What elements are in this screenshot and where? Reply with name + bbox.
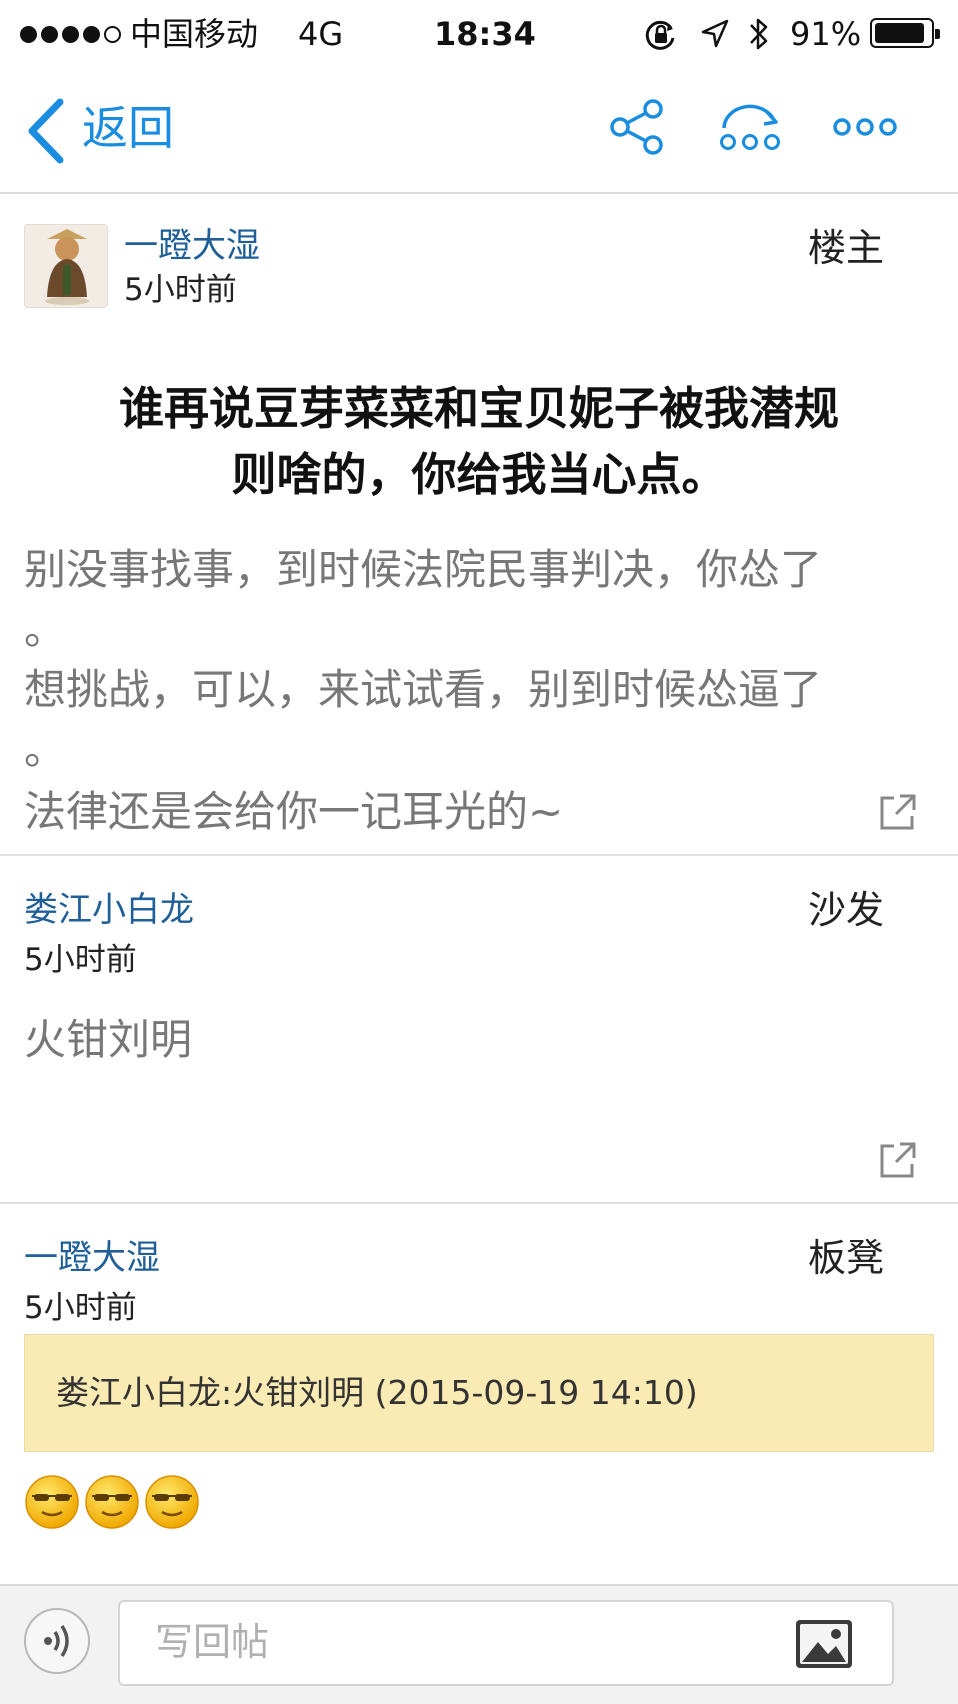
post-body-line: 别没事找事，到时候法院民事判决，你怂了 <box>24 545 823 594</box>
post-body-line: 。 <box>24 605 67 654</box>
floor-label: 板凳 <box>808 1236 885 1280</box>
signal-strength-icon <box>20 26 121 43</box>
sunglasses-emoji-icon <box>145 1475 199 1529</box>
post-body-line: 想挑战，可以，来试试看，别到时候怂逼了 <box>24 665 823 714</box>
external-link-icon[interactable] <box>878 792 918 832</box>
image-attach-icon[interactable] <box>794 1618 854 1670</box>
bluetooth-icon <box>750 18 768 50</box>
post-author[interactable]: 一蹬大湿 <box>124 224 260 268</box>
sunglasses-emoji-icon <box>85 1475 139 1529</box>
rotation-lock-icon <box>645 20 675 50</box>
post-divider <box>0 1202 958 1204</box>
network-type: 4G <box>298 15 344 53</box>
avatar-figure-icon <box>45 229 89 305</box>
back-chevron-icon[interactable] <box>26 98 66 164</box>
post-time: 5小时前 <box>124 272 237 308</box>
back-button[interactable]: 返回 <box>82 98 174 158</box>
floor-label: 沙发 <box>808 888 885 932</box>
sunglasses-emoji-icon <box>25 1475 79 1529</box>
reply-placeholder: 写回帖 <box>155 1620 270 1664</box>
post-author[interactable]: 一蹬大湿 <box>24 1236 160 1280</box>
post-author[interactable]: 娄江小白龙 <box>24 888 194 932</box>
post-title: 谁再说豆芽菜菜和宝贝妮子被我潜规 则啥的，你给我当心点。 <box>118 382 839 501</box>
post-body-line: 火钳刘明 <box>24 1015 193 1064</box>
post-time: 5小时前 <box>24 1290 137 1326</box>
quote-text: 娄江小白龙:火钳刘明 (2015-09-19 14:10) <box>56 1373 698 1412</box>
refresh-more-icon[interactable] <box>716 98 784 156</box>
post-divider <box>0 854 958 856</box>
external-link-icon[interactable] <box>878 1140 918 1180</box>
voice-button[interactable] <box>24 1608 90 1674</box>
location-icon <box>701 19 729 48</box>
battery-icon <box>870 18 940 48</box>
floor-label: 楼主 <box>808 226 885 270</box>
status-time: 18:34 <box>434 15 536 53</box>
carrier-name: 中国移动 <box>130 15 259 53</box>
post-time: 5小时前 <box>24 942 137 978</box>
battery-percent: 91% <box>790 15 862 53</box>
share-icon[interactable] <box>608 98 666 156</box>
avatar[interactable] <box>24 224 108 308</box>
post-body-line: 法律还是会给你一记耳光的~ <box>24 787 564 836</box>
more-icon[interactable] <box>832 98 898 156</box>
voice-icon <box>44 1625 69 1657</box>
post-body-line: 。 <box>24 725 67 774</box>
